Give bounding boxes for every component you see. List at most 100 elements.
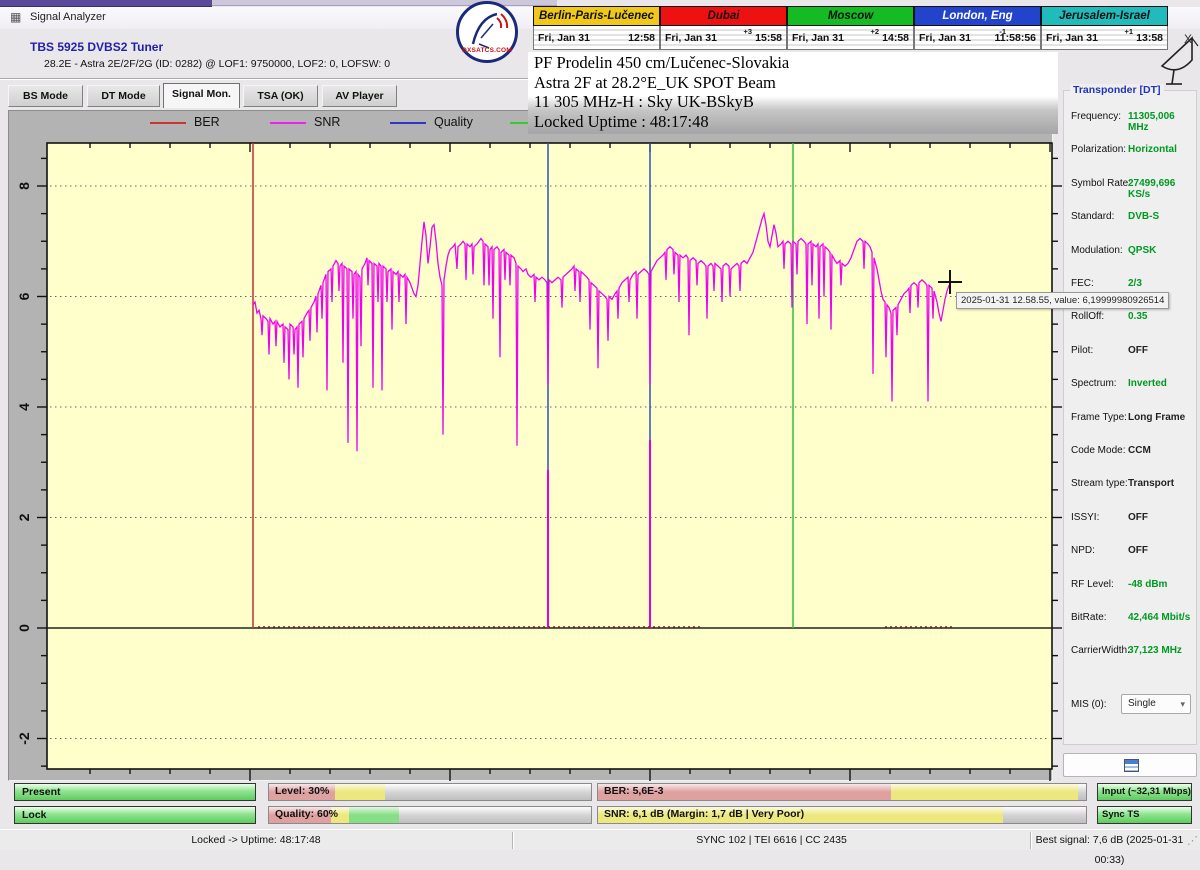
- crosshair-cursor: [938, 281, 962, 283]
- feed-header-line-4: Locked Uptime : 48:17:48: [534, 112, 1058, 132]
- clock-time-row: Fri, Jan 31 +315:58: [660, 26, 787, 50]
- background-window-strip: [0, 0, 212, 7]
- tp-value-symbol-rate-: 27499,696 KS/s: [1128, 178, 1196, 200]
- level-meter-label: Level: 30%: [275, 785, 329, 797]
- transponder-list-button[interactable]: [1063, 753, 1197, 777]
- tp-value-code-mode-: CCM: [1128, 445, 1151, 456]
- tp-value-pilot-: OFF: [1128, 345, 1148, 356]
- tuner-name: TBS 5925 DVBS2 Tuner: [30, 40, 163, 54]
- tp-value-frequency-: 11305,006 MHz: [1128, 111, 1196, 133]
- snr-meter: SNR: 6,1 dB (Margin: 1,7 dB | Very Poor): [597, 806, 1087, 824]
- tuner-details: 28.2E - Astra 2E/2F/2G (ID: 0282) @ LOF1…: [44, 58, 390, 70]
- legend-label: Quality: [434, 115, 473, 129]
- chart-panel: [8, 110, 1053, 781]
- legend-color-line: [150, 122, 186, 124]
- clock-city-name: Moscow: [787, 6, 914, 26]
- status-best-signal: Best signal: 7,6 dB (2025-01-31 00:33): [1031, 830, 1188, 851]
- tp-label-carrierwidth-: CarrierWidth:: [1071, 645, 1130, 656]
- clock-time: 15:58: [755, 32, 782, 44]
- window-title: Signal Analyzer: [30, 11, 106, 23]
- clock-date: Fri, Jan 31: [792, 32, 844, 44]
- legend-label: SNR: [314, 115, 340, 129]
- tp-label-frequency-: Frequency:: [1071, 111, 1121, 122]
- clock-time: 13:58: [1136, 32, 1163, 44]
- tab-signal-mon-[interactable]: Signal Mon.: [163, 83, 240, 108]
- sync-ts-indicator: Sync TS: [1097, 806, 1192, 824]
- clock-jerusalem-israel: Jerusalem-Israel Fri, Jan 31 +113:58: [1041, 6, 1168, 51]
- logo-text: DXSATCS.COM: [459, 47, 515, 54]
- app-icon: ▦: [10, 10, 21, 24]
- tp-label-bitrate-: BitRate:: [1071, 612, 1107, 623]
- mis-select[interactable]: Single ▾: [1121, 694, 1191, 714]
- tp-value-stream-type-: Transport: [1128, 478, 1174, 489]
- legend-color-line: [270, 122, 306, 124]
- clock-london-eng: London, EngFri, Jan 31-111:58:56: [914, 6, 1041, 51]
- input-indicator: Input (~32,31 Mbps): [1097, 783, 1192, 801]
- tp-label-rolloff-: RollOff:: [1071, 311, 1104, 322]
- tp-value-issyi-: OFF: [1128, 512, 1148, 523]
- tp-label-code-mode-: Code Mode:: [1071, 445, 1125, 456]
- transponder-panel: Transponder [DT] Frequency:11305,006 MHz…: [1063, 90, 1197, 745]
- snr-meter-label: SNR: 6,1 dB (Margin: 1,7 dB | Very Poor): [604, 808, 804, 820]
- value-tooltip: 2025-01-31 12.58.55, value: 6,1999998092…: [956, 292, 1169, 309]
- tp-value-carrierwidth-: 37,123 MHz: [1128, 645, 1182, 656]
- chevron-down-icon: ▾: [1180, 695, 1185, 713]
- legend-color-line: [390, 122, 426, 124]
- clock-time-row: Fri, Jan 31 +113:58: [1041, 26, 1168, 50]
- mis-selected-value: Single: [1128, 698, 1156, 709]
- clock-city-name: Berlin-Paris-Lučenec: [533, 6, 660, 26]
- clock-utc-offset: +3: [743, 27, 752, 36]
- clock-date: Fri, Jan 31: [919, 32, 971, 44]
- clock-date: Fri, Jan 31: [538, 32, 590, 44]
- clock-date: Fri, Jan 31: [665, 32, 717, 44]
- tp-label-stream-type-: Stream type:: [1071, 478, 1128, 489]
- clock-time-row: Fri, Jan 3112:58: [533, 26, 660, 50]
- feed-header-line-2: Astra 2F at 28.2°E_UK SPOT Beam: [534, 73, 1058, 93]
- level-meter: Level: 30%: [268, 783, 592, 801]
- clock-time: 11:58:56: [995, 32, 1036, 44]
- divider: [0, 78, 532, 80]
- tp-value-npd-: OFF: [1128, 545, 1148, 556]
- quality-meter: Quality: 60%: [268, 806, 592, 824]
- clock-utc-offset: +2: [870, 27, 879, 36]
- clock-time-row: Fri, Jan 31 +214:58: [787, 26, 914, 50]
- clock-city-name: Dubai: [660, 6, 787, 26]
- dxsatcs-logo: DXSATCS.COM: [456, 1, 518, 63]
- tp-label-rf-level-: RF Level:: [1071, 579, 1114, 590]
- tp-value-rolloff-: 0.35: [1128, 311, 1147, 322]
- tp-value-bitrate-: 42,464 Mbit/s: [1128, 612, 1190, 623]
- ber-meter-label: BER: 5,6E-3: [604, 785, 664, 797]
- feed-header-line-3: 11 305 MHz-H : Sky UK-BSkyB: [534, 92, 1058, 112]
- tp-label-pilot-: Pilot:: [1071, 345, 1093, 356]
- lock-indicator: Lock: [14, 806, 256, 824]
- tp-label-polarization-: Polarization:: [1071, 144, 1126, 155]
- legend-item-quality: Quality: [390, 115, 490, 131]
- status-sync-counters: SYNC 102 | TEI 6616 | CC 2435: [513, 830, 1030, 851]
- tab-dt-mode[interactable]: DT Mode: [87, 85, 160, 107]
- tp-value-fec-: 2/3: [1128, 278, 1142, 289]
- resize-grip[interactable]: ⋰: [1187, 834, 1198, 847]
- tp-label-frame-type-: Frame Type:: [1071, 412, 1127, 423]
- clock-utc-offset: +1: [1124, 27, 1133, 36]
- tp-value-rf-level-: -48 dBm: [1128, 579, 1167, 590]
- clock-city-name: Jerusalem-Israel: [1041, 6, 1168, 26]
- clock-time-row: Fri, Jan 31-111:58:56: [914, 26, 1041, 50]
- tp-label-modulation-: Modulation:: [1071, 245, 1123, 256]
- quality-meter-label: Quality: 60%: [275, 808, 338, 820]
- tp-label-fec-: FEC:: [1071, 278, 1094, 289]
- tp-value-standard-: DVB-S: [1128, 211, 1159, 222]
- tab-av-player[interactable]: AV Player: [322, 85, 397, 107]
- tp-label-npd-: NPD:: [1071, 545, 1095, 556]
- tab-tsa-ok-[interactable]: TSA (OK): [243, 85, 318, 107]
- tp-label-spectrum-: Spectrum:: [1071, 378, 1117, 389]
- clock-date: Fri, Jan 31: [1046, 32, 1098, 44]
- tp-label-issyi-: ISSYI:: [1071, 512, 1099, 523]
- legend-item-snr: SNR: [270, 115, 370, 131]
- feed-header-line-1: PF Prodelin 450 cm/Lučenec-Slovakia: [534, 53, 1058, 73]
- transponder-panel-title: Transponder [DT]: [1070, 84, 1164, 96]
- legend-item-ber: BER: [150, 115, 250, 131]
- present-indicator: Present: [14, 783, 256, 801]
- mis-label: MIS (0):: [1071, 699, 1107, 710]
- tab-bs-mode[interactable]: BS Mode: [8, 85, 83, 107]
- clock-time: 14:58: [882, 32, 909, 44]
